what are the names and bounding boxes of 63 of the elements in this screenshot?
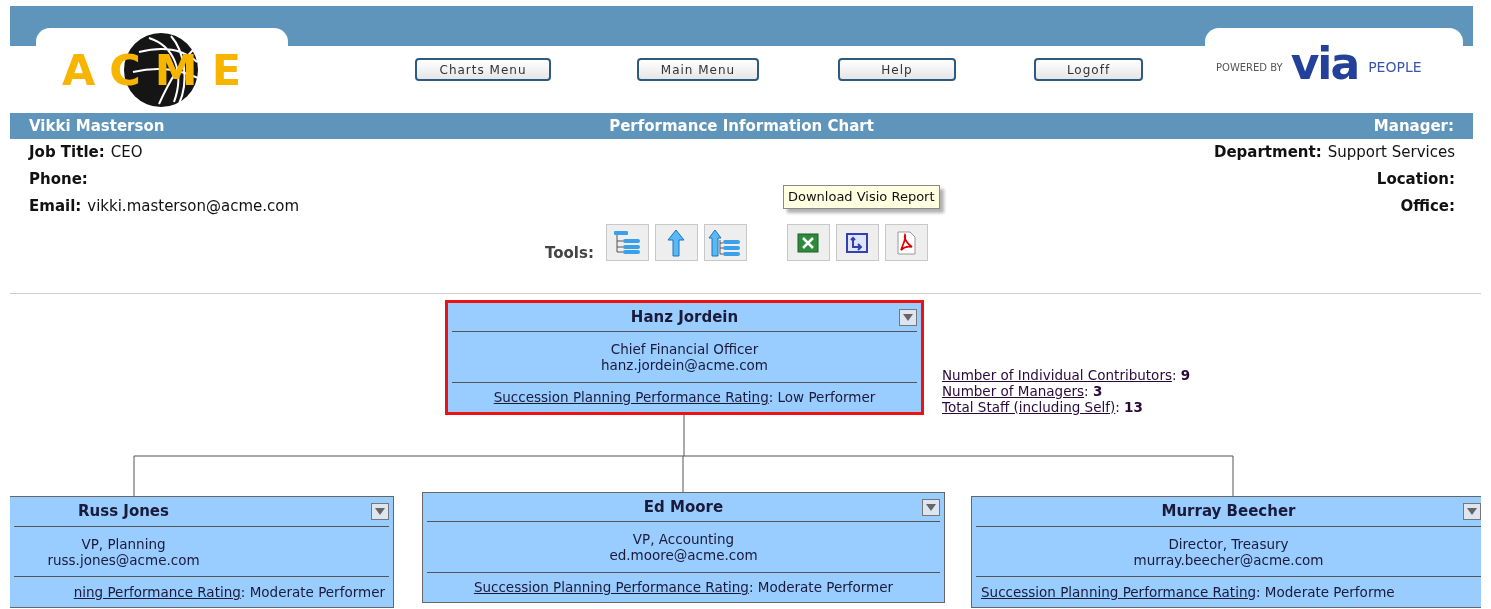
field-label: Phone: <box>29 169 88 191</box>
rating-link[interactable]: Succession Planning Performance Rating <box>473 577 749 598</box>
node-job-title: Director, Treasury <box>1168 535 1289 552</box>
stat-value: : 13 <box>1115 399 1143 415</box>
dropdown-icon[interactable] <box>899 308 917 326</box>
node-email: murray.beecher@acme.com <box>1133 551 1324 568</box>
node-name: Murray Beecher <box>1161 501 1296 523</box>
diagram-icon <box>846 232 869 253</box>
node-email: hanz.jordein@acme.com <box>600 357 768 373</box>
field-value: CEO <box>110 142 143 164</box>
up-arrow-icon <box>667 228 686 257</box>
brand-suffix-text: PEOPLE <box>1368 57 1422 77</box>
nav-button[interactable]: Charts Menu <box>415 58 551 81</box>
org-node[interactable]: Russ Jones VP, Planning russ.jones@acme.com ning Performance Rating: Moderate Performer <box>10 496 394 608</box>
field-label: Email: <box>29 196 82 218</box>
spreadsheet-icon <box>797 232 820 253</box>
nav-button[interactable]: Help <box>838 58 956 81</box>
node-name: Hanz Jordein <box>630 307 739 328</box>
rating-link[interactable]: Succession Planning Performance Rating <box>493 387 769 408</box>
hierarchy-icon <box>612 229 643 256</box>
stat-link[interactable]: Number of Individual Contributors <box>942 367 1172 383</box>
stat-value: : 3 <box>1084 383 1103 399</box>
employee-name: Vikki Masterson <box>29 115 166 137</box>
node-email: russ.jones@acme.com <box>47 551 200 568</box>
org-node[interactable]: Ed Moore VP, Accounting ed.moore@acme.com Succession Planning Performance Rating: Moderate Performer <box>422 492 945 603</box>
org-node[interactable]: Murray Beecher Director, Treasury murray.beecher@acme.com Succession Planning Performance Rating: Moderate Performe <box>971 496 1481 608</box>
node-name: Ed Moore <box>643 497 724 518</box>
brand-logo-text: via <box>1290 42 1359 86</box>
node-email: ed.moore@acme.com <box>609 547 758 563</box>
powered-by-text: POWERED BY <box>1216 60 1283 75</box>
dropdown-icon[interactable] <box>371 502 389 520</box>
tool-button[interactable] <box>884 224 928 261</box>
tool-button[interactable] <box>786 224 830 261</box>
nav-button[interactable]: Main Menu <box>637 58 759 81</box>
node-job-title: VP, Planning <box>81 535 166 552</box>
rating-link[interactable]: ning Performance Rating <box>73 582 241 603</box>
rating-link[interactable]: Succession Planning Performance Rating <box>981 582 1256 603</box>
rating-value: : Moderate Performe <box>1256 583 1395 602</box>
field-label: Department: <box>1213 142 1322 164</box>
tools-label: Tools: <box>545 242 594 264</box>
field-label: Location: <box>1376 169 1455 191</box>
dropdown-icon[interactable] <box>1463 502 1481 520</box>
field-value: vikki.masterson@acme.com <box>87 196 300 218</box>
chart-title: Performance Information Chart <box>609 115 874 137</box>
tooltip: Download Visio Report <box>783 185 940 209</box>
rating-value: : Low Performer <box>768 388 876 408</box>
manager-label: Manager: <box>1372 115 1454 137</box>
node-job-title: Chief Financial Officer <box>610 341 759 357</box>
node-name: Russ Jones <box>78 501 169 523</box>
field-label: Office: <box>1400 196 1455 218</box>
tool-button[interactable] <box>835 224 879 261</box>
node-job-title: VP, Accounting <box>632 531 735 547</box>
nav-button[interactable]: Logoff <box>1034 58 1143 81</box>
org-node[interactable]: Hanz Jordein Chief Financial Officer hanz.jordein@acme.com Succession Planning Performance Rating: Low Performer <box>445 300 924 415</box>
dropdown-icon[interactable] <box>922 498 940 516</box>
field-value: Support Services <box>1327 142 1455 164</box>
pdf-icon <box>895 230 918 255</box>
stat-link[interactable]: Total Staff (including Self) <box>942 399 1116 415</box>
up-arrow-hierarchy-icon <box>708 228 743 257</box>
field-label: Job Title: <box>29 142 105 164</box>
rating-value: : Moderate Performer <box>748 578 894 598</box>
rating-value: : Moderate Performer <box>240 583 385 602</box>
stat-value: : 9 <box>1171 367 1191 383</box>
